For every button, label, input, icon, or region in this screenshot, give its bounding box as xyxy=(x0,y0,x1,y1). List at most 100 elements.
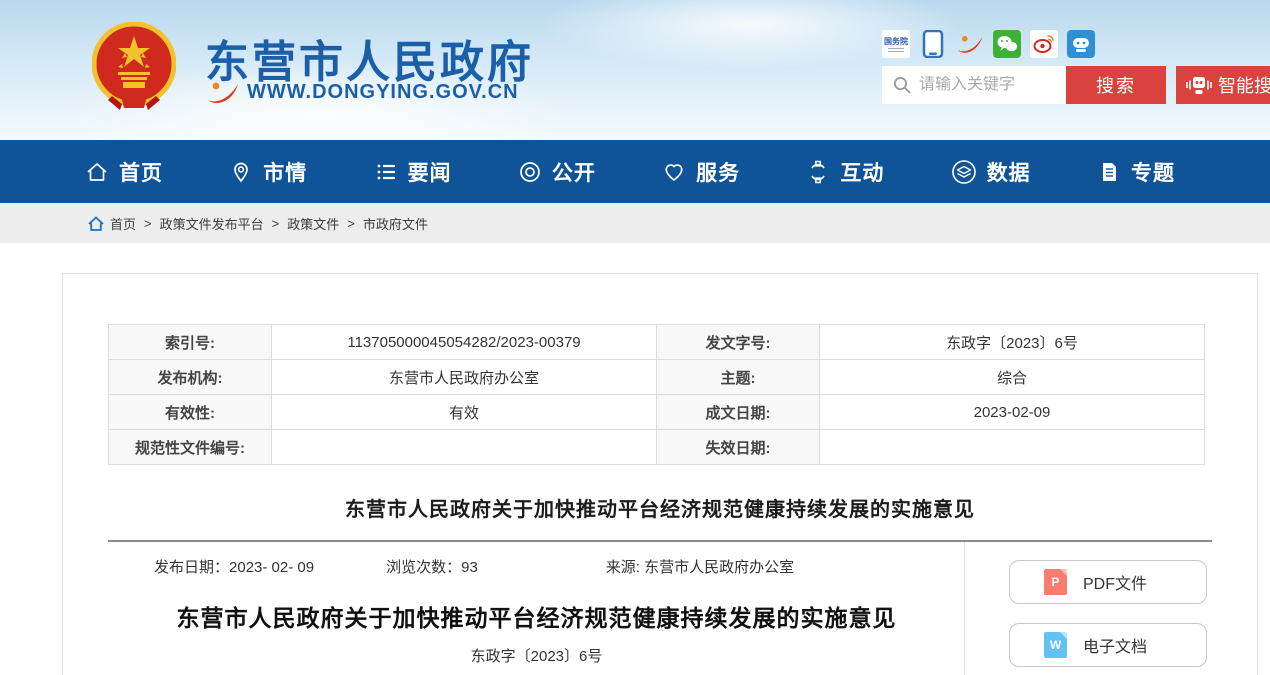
nav-item-data[interactable]: 数据 xyxy=(951,157,1031,187)
info-label: 成文日期: xyxy=(657,395,820,430)
mobile-client-icon[interactable] xyxy=(919,30,947,58)
nav-label: 专题 xyxy=(1131,157,1175,187)
eye-icon xyxy=(518,160,542,184)
heart-icon xyxy=(662,160,686,184)
view-count: 浏览次数：93 xyxy=(386,556,478,577)
info-label: 主题: xyxy=(657,360,820,395)
smart-search-label: 智能搜索 xyxy=(1218,72,1270,98)
page: 东营市人民政府 WWW.DONGYING.GOV.CN 国务院 xyxy=(0,0,1270,675)
smart-search-button[interactable]: 智能搜索 xyxy=(1176,66,1270,104)
word-file-icon: W xyxy=(1044,632,1067,658)
info-value xyxy=(272,430,657,465)
source-label: 来源: xyxy=(606,559,640,576)
breadcrumb-bar: 首页 > 政策文件发布平台 > 政策文件 > 市政府文件 xyxy=(0,203,1270,243)
info-value: 2023-02-09 xyxy=(820,395,1205,430)
table-row: 发布机构: 东营市人民政府办公室 主题: 综合 xyxy=(109,360,1205,395)
source-value: 东营市人民政府办公室 xyxy=(644,559,794,576)
publish-date-value: 2023- 02- 09 xyxy=(229,559,314,576)
state-council-app-icon[interactable]: 国务院 xyxy=(882,30,910,58)
info-label: 索引号: xyxy=(109,325,272,360)
info-label: 失效日期: xyxy=(657,430,820,465)
table-row: 有效性: 有效 成文日期: 2023-02-09 xyxy=(109,395,1205,430)
home-icon xyxy=(88,216,104,231)
electronic-doc-button[interactable]: W 电子文档 xyxy=(1009,623,1207,667)
view-count-value: 93 xyxy=(461,559,478,576)
article-card: 索引号: 113705000045054282/2023-00379 发文字号:… xyxy=(62,273,1258,675)
breadcrumb-separator: > xyxy=(144,216,152,231)
map-pin-icon xyxy=(229,160,253,184)
nav-label: 互动 xyxy=(840,157,884,187)
nav-item-city[interactable]: 市情 xyxy=(229,157,307,187)
weibo-icon[interactable] xyxy=(1030,30,1058,58)
document-icon xyxy=(1097,160,1121,184)
breadcrumb-link-platform[interactable]: 政策文件发布平台 xyxy=(160,214,264,233)
nav-label: 公开 xyxy=(552,157,596,187)
publish-date-label: 发布日期： xyxy=(154,559,229,576)
nav-label: 服务 xyxy=(696,157,740,187)
nav-item-interaction[interactable]: 互动 xyxy=(806,157,884,187)
document-number: 东政字〔2023〕6号 xyxy=(109,645,964,666)
breadcrumb-link-city-gov-docs[interactable]: 市政府文件 xyxy=(363,214,428,233)
cycle-arrows-icon xyxy=(806,160,830,184)
pdf-file-icon: P xyxy=(1044,569,1067,595)
page-title: 东营市人民政府关于加快推动平台经济规范健康持续发展的实施意见 xyxy=(63,493,1257,522)
site-url: WWW.DONGYING.GOV.CN xyxy=(247,81,519,104)
article-meta: 发布日期：2023- 02- 09 浏览次数：93 来源: 东营市人民政府办公室 xyxy=(109,556,964,577)
nav-item-services[interactable]: 服务 xyxy=(662,157,740,187)
info-label: 有效性: xyxy=(109,395,272,430)
breadcrumb: 首页 > 政策文件发布平台 > 政策文件 > 市政府文件 xyxy=(88,214,428,233)
search-bar: 搜索 xyxy=(882,66,1166,104)
swoosh-mark-icon[interactable] xyxy=(956,30,984,58)
article-body: 发布日期：2023- 02- 09 浏览次数：93 来源: 东营市人民政府办公室… xyxy=(64,542,1257,675)
view-count-label: 浏览次数： xyxy=(386,559,461,576)
info-value: 有效 xyxy=(272,395,657,430)
wechat-icon[interactable] xyxy=(993,30,1021,58)
search-box xyxy=(882,66,1066,104)
article-main-column: 发布日期：2023- 02- 09 浏览次数：93 来源: 东营市人民政府办公室… xyxy=(64,542,964,675)
source: 来源: 东营市人民政府办公室 xyxy=(606,556,794,577)
nav-label: 首页 xyxy=(119,157,163,187)
document-title: 东营市人民政府关于加快推动平台经济规范健康持续发展的实施意见 xyxy=(109,599,964,633)
breadcrumb-separator: > xyxy=(347,216,355,231)
breadcrumb-link-home[interactable]: 首页 xyxy=(110,214,136,233)
layers-icon xyxy=(951,159,977,185)
pdf-file-label: PDF文件 xyxy=(1083,570,1147,594)
state-council-label: 国务院 xyxy=(884,37,908,46)
table-row: 规范性文件编号: 失效日期: xyxy=(109,430,1205,465)
swoosh-logo-icon xyxy=(207,80,239,104)
table-row: 索引号: 113705000045054282/2023-00379 发文字号:… xyxy=(109,325,1205,360)
home-icon xyxy=(85,160,109,184)
pdf-file-button[interactable]: P PDF文件 xyxy=(1009,560,1207,604)
info-value: 综合 xyxy=(820,360,1205,395)
search-icon xyxy=(893,76,911,94)
info-value xyxy=(820,430,1205,465)
info-label: 发文字号: xyxy=(657,325,820,360)
national-emblem-logo xyxy=(92,22,176,112)
info-label: 规范性文件编号: xyxy=(109,430,272,465)
site-header: 东营市人民政府 WWW.DONGYING.GOV.CN 国务院 xyxy=(0,0,1270,140)
main-nav: 首页 市情 要闻 公开 xyxy=(0,140,1270,203)
nav-label: 数据 xyxy=(987,157,1031,187)
nav-item-public[interactable]: 公开 xyxy=(518,157,596,187)
robot-icon xyxy=(1186,74,1212,96)
nav-item-news[interactable]: 要闻 xyxy=(374,157,452,187)
quick-links: 国务院 xyxy=(882,30,1095,58)
info-value: 东营市人民政府办公室 xyxy=(272,360,657,395)
info-value: 东政字〔2023〕6号 xyxy=(820,325,1205,360)
nav-label: 市情 xyxy=(263,157,307,187)
breadcrumb-separator: > xyxy=(272,216,280,231)
search-button[interactable]: 搜索 xyxy=(1066,66,1166,104)
site-url-row: WWW.DONGYING.GOV.CN xyxy=(207,80,519,104)
doc-info-table: 索引号: 113705000045054282/2023-00379 发文字号:… xyxy=(108,324,1205,465)
nav-label: 要闻 xyxy=(408,157,452,187)
info-value: 113705000045054282/2023-00379 xyxy=(272,325,657,360)
app-client-icon[interactable] xyxy=(1067,30,1095,58)
nav-item-topics[interactable]: 专题 xyxy=(1097,157,1175,187)
search-input[interactable] xyxy=(919,76,1059,94)
attachments-column: P PDF文件 W 电子文档 xyxy=(964,542,1257,675)
info-label: 发布机构: xyxy=(109,360,272,395)
publish-date: 发布日期：2023- 02- 09 xyxy=(154,556,314,577)
breadcrumb-link-policy-docs[interactable]: 政策文件 xyxy=(287,214,339,233)
nav-item-home[interactable]: 首页 xyxy=(85,157,163,187)
list-icon xyxy=(374,160,398,184)
